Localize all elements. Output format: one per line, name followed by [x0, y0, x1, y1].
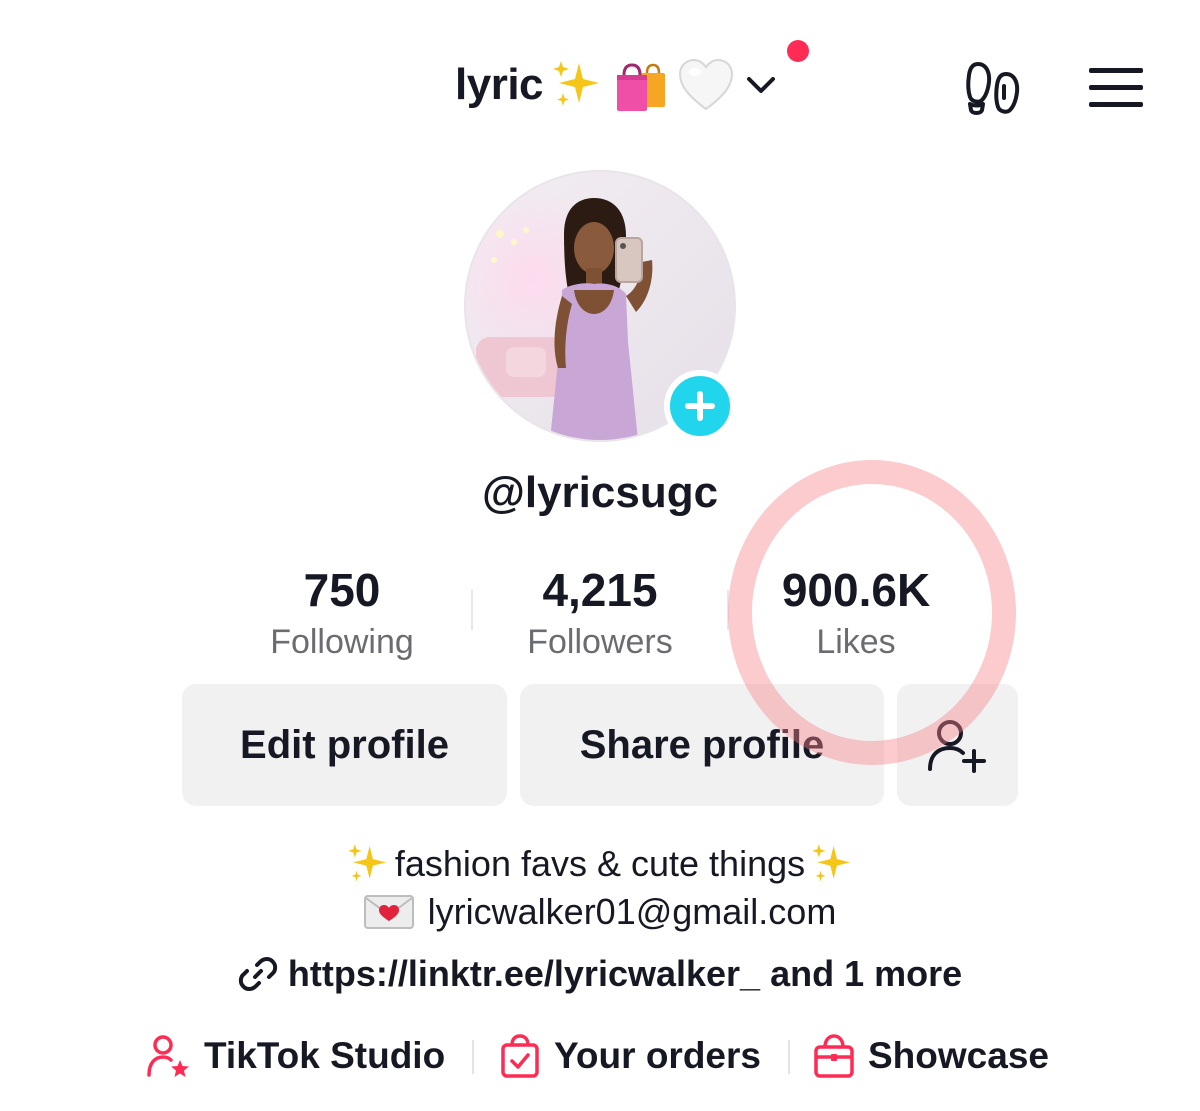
- bio-link[interactable]: https://linktr.ee/lyricwalker_: [288, 953, 760, 995]
- sparkles-icon: [549, 57, 605, 113]
- display-name: lyric: [455, 60, 544, 109]
- your-orders-shortcut[interactable]: Your orders: [498, 1028, 761, 1084]
- chevron-down-icon: [741, 65, 781, 105]
- person-star-icon: [147, 1035, 189, 1077]
- sparkles-icon: [345, 841, 391, 887]
- bio-line-2: lyricwalker01@gmail.com: [0, 886, 1200, 938]
- bio-link-more[interactable]: and 1 more: [770, 953, 962, 995]
- shop-bag-icon: [814, 1034, 854, 1078]
- following-label: Following: [270, 623, 414, 661]
- add-friend-icon: [927, 720, 986, 773]
- order-bag-icon: [501, 1034, 539, 1078]
- white-heart-icon: [677, 57, 735, 113]
- shortcut-divider: [472, 1040, 474, 1074]
- shopping-bags-icon: [611, 55, 671, 115]
- footprints-icon: [966, 61, 1020, 115]
- username: @lyricsugc: [481, 468, 719, 517]
- likes-label: Likes: [816, 623, 896, 661]
- menu-button[interactable]: [1085, 60, 1147, 116]
- plus-icon: [685, 391, 715, 421]
- link-icon: [238, 954, 278, 994]
- followers-count: 4,215: [542, 564, 658, 616]
- your-orders-label: Your orders: [554, 1035, 761, 1076]
- stat-divider: [471, 590, 473, 630]
- showcase-label: Showcase: [868, 1035, 1049, 1076]
- account-switcher[interactable]: lyric: [455, 50, 781, 120]
- bio-link-row[interactable]: https://linktr.ee/lyricwalker_ and 1 mor…: [0, 948, 1200, 1000]
- stat-followers[interactable]: 4,215 Followers: [485, 560, 715, 664]
- stat-following[interactable]: 750 Following: [227, 560, 457, 664]
- bio-text: fashion favs & cute things: [394, 843, 806, 884]
- likes-count: 900.6K: [781, 564, 931, 616]
- showcase-shortcut[interactable]: Showcase: [812, 1028, 1049, 1084]
- shortcut-divider: [788, 1040, 790, 1074]
- love-letter-icon: [363, 895, 414, 929]
- tiktok-studio-shortcut[interactable]: TikTok Studio: [146, 1028, 445, 1084]
- stat-likes[interactable]: 900.6K Likes: [741, 560, 971, 664]
- followers-label: Followers: [527, 623, 673, 661]
- following-count: 750: [303, 564, 381, 616]
- sparkles-icon: [809, 841, 855, 887]
- bio-email: lyricwalker01@gmail.com: [427, 891, 837, 932]
- stat-divider: [727, 590, 729, 630]
- add-friends-button[interactable]: [897, 684, 1018, 806]
- hamburger-menu-icon: [1089, 68, 1143, 107]
- tiktok-studio-label: TikTok Studio: [204, 1035, 446, 1076]
- edit-profile-button[interactable]: Edit profile: [182, 684, 507, 806]
- notification-dot: [787, 40, 809, 62]
- add-story-button[interactable]: [664, 370, 736, 442]
- footprints-button[interactable]: [960, 56, 1026, 122]
- bio-line-1: fashion favs & cute things: [0, 838, 1200, 890]
- share-profile-button[interactable]: Share profile: [520, 684, 884, 806]
